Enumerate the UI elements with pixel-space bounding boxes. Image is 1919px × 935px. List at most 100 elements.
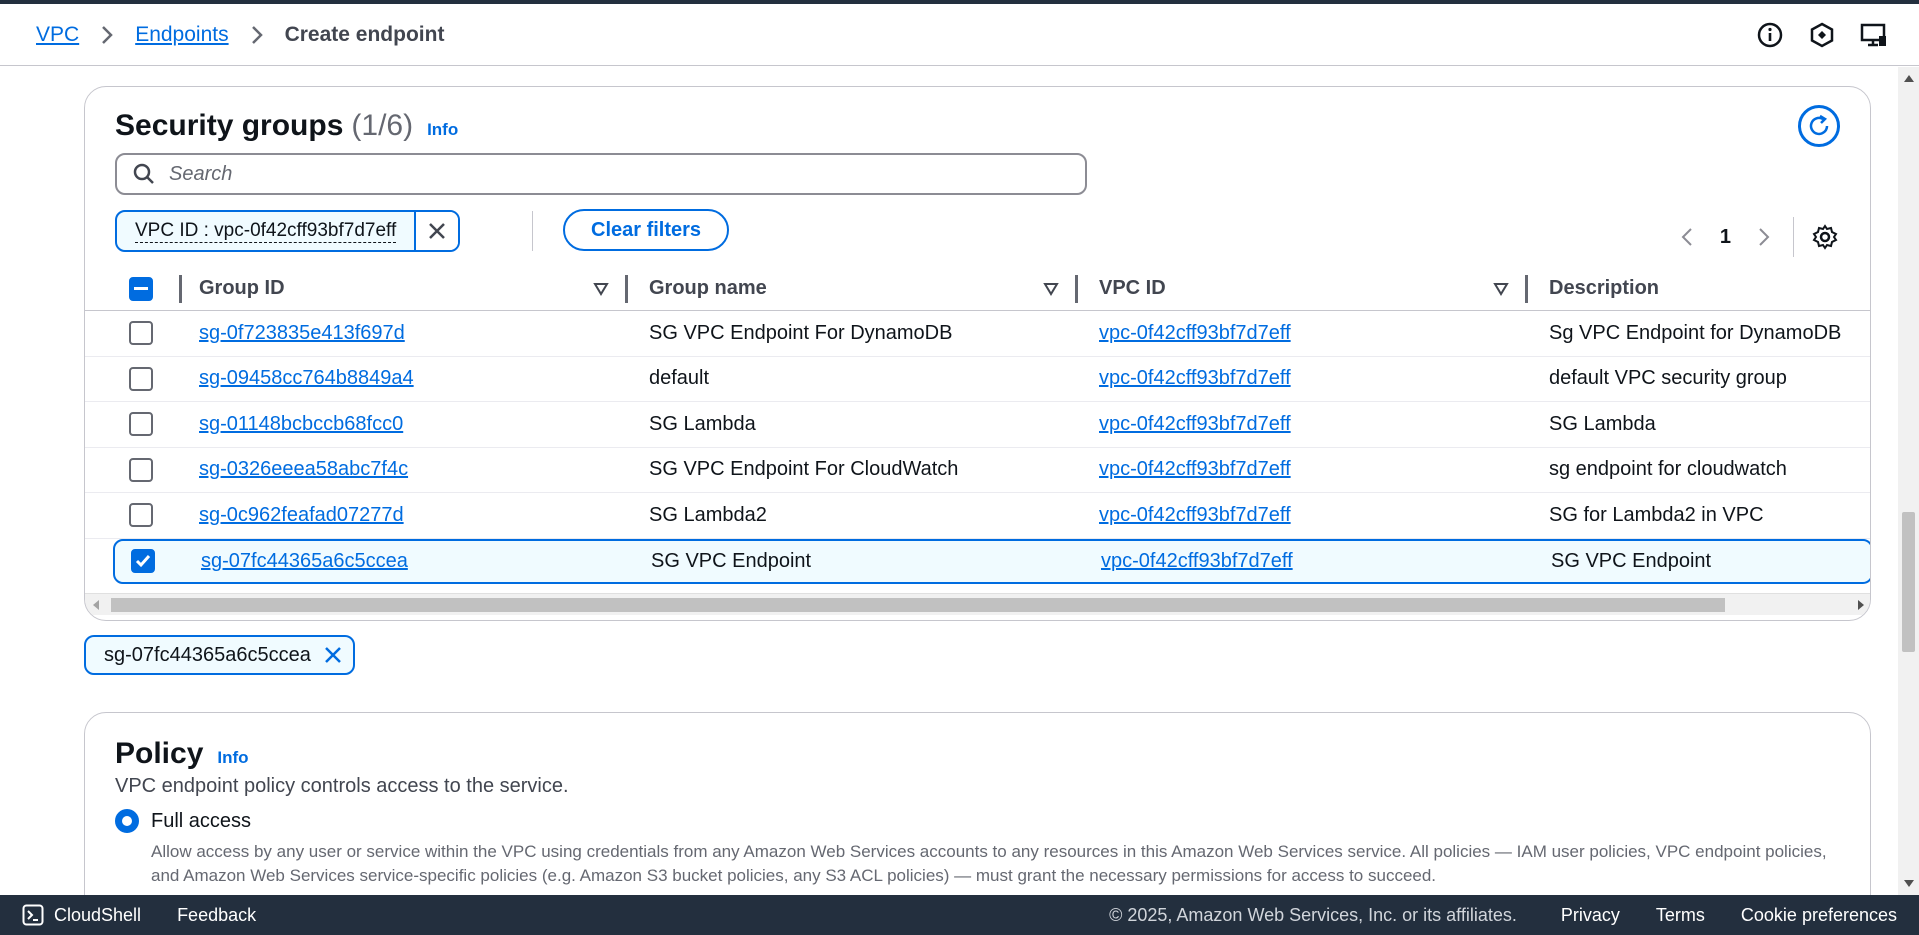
sort-down-icon[interactable] (593, 267, 609, 310)
scrollbar-thumb[interactable] (1902, 512, 1915, 652)
refresh-button[interactable] (1798, 105, 1840, 147)
scroll-up-arrow[interactable] (1904, 75, 1914, 82)
description-cell: Sg VPC Endpoint for DynamoDB (1549, 321, 1842, 344)
sort-down-icon[interactable] (1493, 267, 1509, 310)
copyright-text: © 2025, Amazon Web Services, Inc. or its… (1109, 904, 1517, 925)
chevron-right-icon (101, 25, 113, 45)
row-checkbox-checked[interactable] (131, 549, 155, 574)
remove-selected-group-button[interactable] (323, 645, 343, 665)
group-id-link[interactable]: sg-0326eeea58abc7f4c (199, 458, 408, 481)
vpc-id-link[interactable]: vpc-0f42cff93bf7d7eff (1099, 504, 1291, 527)
refresh-icon (1809, 114, 1829, 136)
column-header-group-name[interactable]: Group name (649, 267, 767, 310)
footer-right: © 2025, Amazon Web Services, Inc. or its… (1109, 905, 1897, 926)
divider (532, 211, 533, 251)
terminal-icon (22, 904, 44, 926)
chevron-right-icon (1759, 228, 1770, 246)
table-row[interactable]: sg-0f723835e413f697d SG VPC Endpoint For… (85, 311, 1870, 357)
column-resizer[interactable] (1075, 275, 1078, 303)
row-checkbox[interactable] (129, 321, 153, 346)
info-link[interactable]: Info (217, 748, 248, 768)
horizontal-scrollbar[interactable] (85, 593, 1870, 615)
scroll-right-arrow[interactable] (1858, 600, 1864, 610)
vpc-id-link[interactable]: vpc-0f42cff93bf7d7eff (1099, 367, 1291, 390)
group-id-link[interactable]: sg-01148bcbccb68fcc0 (199, 413, 403, 436)
clear-filters-button[interactable]: Clear filters (563, 209, 730, 251)
info-circle-icon[interactable] (1755, 20, 1785, 50)
search-icon (133, 163, 154, 184)
scrollbar-thumb[interactable] (111, 598, 1725, 612)
remove-filter-button[interactable] (414, 212, 459, 250)
vpc-id-link[interactable]: vpc-0f42cff93bf7d7eff (1101, 550, 1293, 573)
close-icon (429, 223, 446, 239)
select-all-checkbox[interactable] (129, 276, 153, 301)
policy-title: Policy Info (115, 737, 249, 771)
selected-group-label: sg-07fc44365a6c5ccea (104, 643, 311, 666)
row-checkbox[interactable] (129, 366, 153, 391)
hexagon-settings-icon[interactable] (1807, 20, 1837, 50)
selected-group-token: sg-07fc44365a6c5ccea (84, 635, 355, 675)
search-field (115, 153, 1087, 195)
selection-count: (1/6) (351, 109, 414, 142)
security-groups-title: Security groups (1/6) Info (115, 109, 458, 143)
breadcrumb-header: VPC Endpoints Create endpoint (0, 4, 1919, 66)
security-groups-table: Group ID Group name VPC ID Description s… (85, 267, 1870, 584)
scroll-down-arrow[interactable] (1904, 880, 1914, 887)
cookie-preferences-link[interactable]: Cookie preferences (1741, 905, 1897, 926)
page-number[interactable]: 1 (1720, 226, 1731, 249)
cloudshell-label: CloudShell (54, 904, 142, 925)
filter-token-label[interactable]: VPC ID : vpc-0f42cff93bf7d7eff (117, 212, 414, 250)
column-resizer[interactable] (1525, 275, 1528, 303)
vpc-id-link[interactable]: vpc-0f42cff93bf7d7eff (1099, 322, 1291, 345)
feedback-link[interactable]: Feedback (177, 905, 256, 926)
vpc-id-link[interactable]: vpc-0f42cff93bf7d7eff (1099, 458, 1291, 481)
full-access-radio[interactable] (115, 809, 139, 833)
close-icon (324, 647, 341, 663)
group-id-link[interactable]: sg-07fc44365a6c5ccea (201, 550, 408, 573)
group-name-cell: default (649, 367, 710, 390)
column-resizer[interactable] (625, 275, 628, 303)
previous-page-button[interactable] (1672, 222, 1702, 252)
chevron-left-icon (1681, 228, 1692, 246)
divider (1793, 217, 1794, 257)
terms-link[interactable]: Terms (1656, 905, 1705, 926)
vertical-scrollbar[interactable] (1898, 67, 1919, 895)
cloudshell-button[interactable]: CloudShell (22, 904, 141, 926)
table-row[interactable]: sg-01148bcbccb68fcc0 SG Lambda vpc-0f42c… (85, 402, 1870, 448)
table-row[interactable]: sg-09458cc764b8849a4 default vpc-0f42cff… (85, 357, 1870, 402)
group-name-cell: SG Lambda2 (649, 503, 767, 526)
breadcrumb: VPC Endpoints Create endpoint (36, 23, 444, 47)
row-checkbox[interactable] (129, 412, 153, 437)
group-name-cell: SG VPC Endpoint For CloudWatch (649, 458, 959, 481)
column-resizer[interactable] (179, 275, 182, 303)
scroll-left-arrow[interactable] (93, 600, 99, 610)
group-id-link[interactable]: sg-09458cc764b8849a4 (199, 367, 414, 390)
row-checkbox[interactable] (129, 457, 153, 482)
description-cell: SG for Lambda2 in VPC (1549, 503, 1764, 526)
info-link[interactable]: Info (427, 120, 458, 140)
breadcrumb-endpoints-link[interactable]: Endpoints (135, 23, 228, 47)
select-all-cell (129, 267, 159, 310)
full-access-option[interactable]: Full access (115, 809, 251, 833)
table-row[interactable]: sg-0326eeea58abc7f4c SG VPC Endpoint For… (85, 448, 1870, 493)
breadcrumb-vpc-link[interactable]: VPC (36, 23, 79, 47)
column-header-vpc-id[interactable]: VPC ID (1099, 267, 1166, 310)
table-row[interactable]: sg-0c962feafad07277d SG Lambda2 vpc-0f42… (85, 493, 1870, 539)
gear-icon (1812, 224, 1838, 250)
group-id-link[interactable]: sg-0f723835e413f697d (199, 322, 405, 345)
sort-down-icon[interactable] (1043, 267, 1059, 310)
group-id-link[interactable]: sg-0c962feafad07277d (199, 504, 404, 527)
row-checkbox[interactable] (129, 503, 153, 528)
table-row-selected[interactable]: sg-07fc44365a6c5ccea SG VPC Endpoint vpc… (113, 538, 1870, 584)
privacy-link[interactable]: Privacy (1561, 905, 1620, 926)
vpc-id-link[interactable]: vpc-0f42cff93bf7d7eff (1099, 413, 1291, 436)
monitor-icon[interactable] (1859, 20, 1889, 50)
column-header-group-id[interactable]: Group ID (199, 267, 285, 310)
pagination: 1 (1672, 217, 1840, 257)
full-access-label[interactable]: Full access (151, 810, 251, 833)
next-page-button[interactable] (1749, 222, 1779, 252)
column-header-description[interactable]: Description (1549, 267, 1659, 310)
table-preferences-button[interactable] (1810, 222, 1840, 252)
search-input[interactable] (169, 162, 1049, 186)
table-header: Group ID Group name VPC ID Description (85, 267, 1870, 311)
